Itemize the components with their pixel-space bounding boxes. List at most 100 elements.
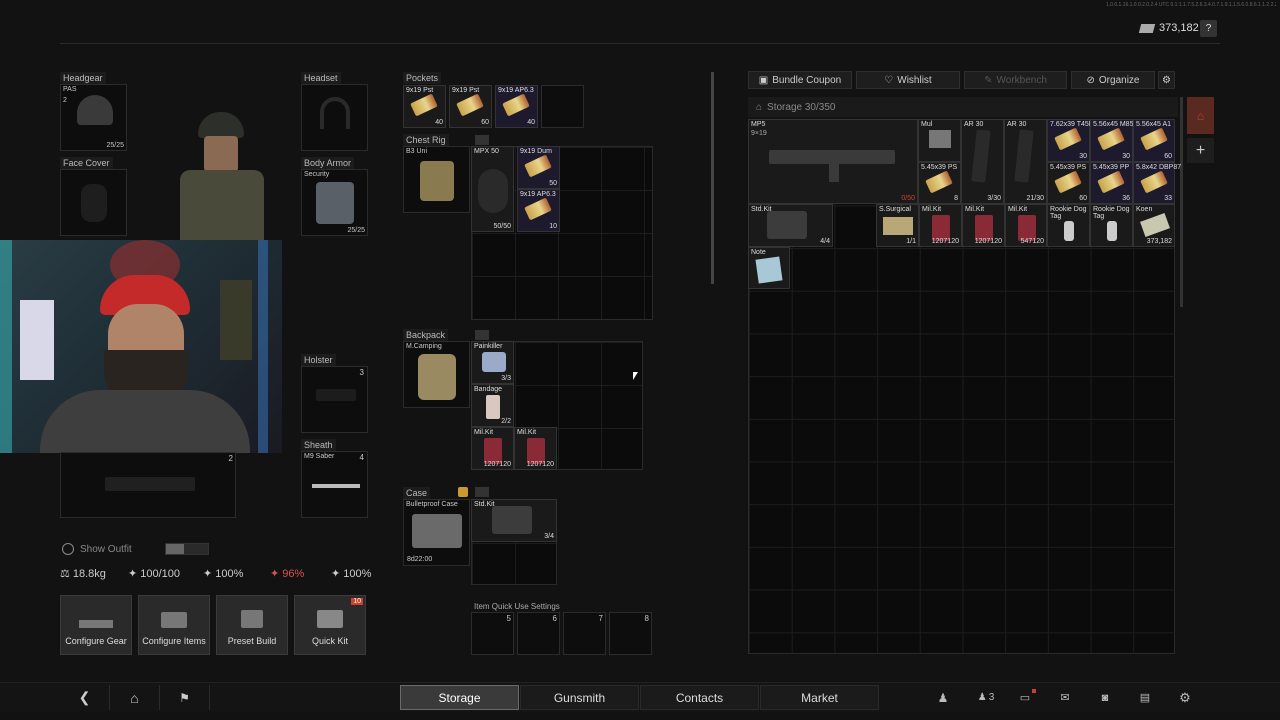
- mask-icon: [81, 184, 107, 222]
- rifle-icon: [105, 477, 195, 491]
- friends-button[interactable]: ♟ 3: [968, 685, 1004, 710]
- body-armor-name: Security: [304, 171, 330, 178]
- quick-slot-8[interactable]: 8: [609, 612, 652, 655]
- storage-item[interactable]: 7.62x39 T45M1 30: [1047, 119, 1099, 162]
- weight-icon: ⚖: [60, 568, 70, 580]
- storage-weapon-mp5[interactable]: MP5 9×19 0/50: [748, 119, 918, 204]
- plus-icon: +: [1195, 141, 1206, 159]
- storage-item[interactable]: Rookie Dog Tag: [1090, 204, 1133, 247]
- sheath-slot[interactable]: M9 Saber 4: [301, 451, 368, 518]
- pocket-item-3[interactable]: 9x19 AP6.3 40: [495, 85, 538, 128]
- storage-item[interactable]: 5.56x45 M855 30: [1090, 119, 1137, 162]
- backpack-item-3[interactable]: Mil.Kit 1207120: [471, 427, 514, 470]
- backpack-item-2[interactable]: Bandage 2/2: [471, 384, 514, 427]
- chest-rig-item-1[interactable]: MPX 50 50/50: [471, 146, 514, 232]
- storage-item[interactable]: S.Surgical 1/1: [876, 204, 919, 247]
- configure-gear-button[interactable]: Configure Gear: [60, 595, 132, 655]
- lock-icon: [475, 330, 489, 340]
- item-count: 30: [1122, 153, 1130, 160]
- storage-item[interactable]: 5.8x42 DBP87 33: [1133, 162, 1181, 204]
- body-armor-slot[interactable]: Security 25/25: [301, 169, 368, 236]
- storage-item[interactable]: Koen 373,182: [1133, 204, 1175, 247]
- holster-slot[interactable]: 3: [301, 366, 368, 433]
- primary-weapon-key: 2: [228, 454, 233, 463]
- workbench-button[interactable]: ✎ Workbench: [964, 71, 1067, 89]
- tab-storage[interactable]: Storage: [400, 685, 519, 710]
- configure-gear-label: Configure Gear: [65, 636, 127, 646]
- storage-item[interactable]: Mul: [918, 119, 961, 162]
- backpack-item-1[interactable]: Painkiller 3/3: [471, 341, 514, 384]
- case-slot[interactable]: Bulletproof Case 8d22:00: [403, 499, 470, 566]
- headgear-slot[interactable]: PAS 2 25/25: [60, 84, 127, 151]
- back-button[interactable]: ❮: [60, 685, 110, 710]
- storage-item[interactable]: Note: [748, 247, 790, 289]
- storage-item[interactable]: 5.45x39 PS 8: [918, 162, 961, 204]
- storage-item[interactable]: Rookie Dog Tag: [1047, 204, 1090, 247]
- backpack-slot[interactable]: M.Camping: [403, 341, 470, 408]
- add-storage-button[interactable]: +: [1187, 138, 1214, 163]
- mail-button[interactable]: ✉: [1050, 685, 1080, 710]
- quick-slot-7[interactable]: 7: [563, 612, 606, 655]
- storage-item[interactable]: Mil.Kit 1207120: [919, 204, 962, 247]
- pocket-item-2[interactable]: 9x19 Pst 60: [449, 85, 492, 128]
- quick-slot-key: 5: [506, 614, 511, 623]
- chest-rig-item-3[interactable]: 9x19 AP6.3 10: [517, 189, 560, 232]
- pocket-item-1[interactable]: 9x19 Pst 40: [403, 85, 446, 128]
- organize-button[interactable]: ⊘ Organize: [1071, 71, 1155, 89]
- storage-item[interactable]: Mil.Kit 547120: [1005, 204, 1047, 247]
- storage-item[interactable]: 5.45x39 PS 60: [1047, 162, 1090, 204]
- wishlist-button[interactable]: ♡ Wishlist: [856, 71, 960, 89]
- filter-button[interactable]: ⌂: [1187, 97, 1214, 134]
- item-count: 8: [954, 195, 958, 202]
- quick-slot-key: 8: [644, 614, 649, 623]
- bundle-coupon-button[interactable]: ▣ Bundle Coupon: [748, 71, 852, 89]
- storage-item[interactable]: 5.45x39 PP 36: [1090, 162, 1133, 204]
- settings-button[interactable]: ⚙: [1158, 71, 1175, 89]
- storage-item[interactable]: Mil.Kit 1207120: [962, 204, 1005, 247]
- painkiller-icon: [482, 352, 506, 372]
- storage-scrollbar[interactable]: [1180, 97, 1183, 307]
- item-name: Mil.Kit: [517, 429, 537, 436]
- ammo-icon: [524, 197, 552, 221]
- shop-button[interactable]: ◙: [1090, 685, 1120, 710]
- tab-market[interactable]: Market: [760, 685, 879, 710]
- case-item-1[interactable]: Std.Kit 3/4: [471, 499, 557, 542]
- squad-button[interactable]: ♟: [928, 685, 958, 710]
- help-button[interactable]: ?: [1200, 20, 1217, 37]
- item-name: Mil.Kit: [922, 206, 942, 213]
- system-settings-button[interactable]: ⚙: [1170, 685, 1200, 710]
- tab-contacts[interactable]: Contacts: [640, 685, 759, 710]
- quick-slot-5[interactable]: 5: [471, 612, 514, 655]
- home-button[interactable]: ⌂: [110, 685, 160, 710]
- show-outfit-toggle[interactable]: [165, 543, 209, 555]
- storage-item[interactable]: Std.Kit 4/4: [748, 204, 833, 247]
- home-icon: ⌂: [756, 101, 763, 113]
- stat-energy: ✦ 96%: [270, 567, 304, 581]
- quick-slot-6[interactable]: 6: [517, 612, 560, 655]
- storage-item[interactable]: 5.56x45 A1 60: [1133, 119, 1175, 162]
- notes-button[interactable]: ▤: [1130, 685, 1160, 710]
- item-count: 0/50: [901, 195, 915, 202]
- flag-button[interactable]: ⚑: [160, 685, 210, 710]
- pocket-empty-slot[interactable]: [541, 85, 584, 128]
- quick-kit-button[interactable]: Quick Kit 10: [294, 595, 366, 655]
- configure-items-button[interactable]: Configure Items: [138, 595, 210, 655]
- case-label: Case: [403, 487, 431, 499]
- primary-weapon-slot[interactable]: 2: [60, 452, 236, 518]
- knife-icon: [312, 484, 360, 488]
- backpack-item-4[interactable]: Mil.Kit 1207120: [514, 427, 557, 470]
- chest-rig-slot[interactable]: B3 Uni: [403, 146, 470, 213]
- item-count: 547120: [1020, 238, 1044, 245]
- tab-gunsmith[interactable]: Gunsmith: [520, 685, 639, 710]
- stat-hydration: ✦ 100%: [203, 567, 243, 581]
- face-cover-slot[interactable]: [60, 169, 127, 236]
- storage-item[interactable]: AR 30 3/30: [961, 119, 1004, 204]
- storage-item[interactable]: AR 30 21/30: [1004, 119, 1047, 204]
- preset-build-button[interactable]: Preset Build: [216, 595, 288, 655]
- gear-icon: ⚙: [1162, 74, 1171, 86]
- middle-scrollbar[interactable]: [711, 72, 714, 284]
- squad-icon: ♟: [937, 690, 949, 705]
- headset-slot[interactable]: [301, 84, 368, 151]
- chat-button[interactable]: ▭: [1010, 685, 1040, 710]
- chest-rig-item-2[interactable]: 9x19 Dum 50: [517, 146, 560, 189]
